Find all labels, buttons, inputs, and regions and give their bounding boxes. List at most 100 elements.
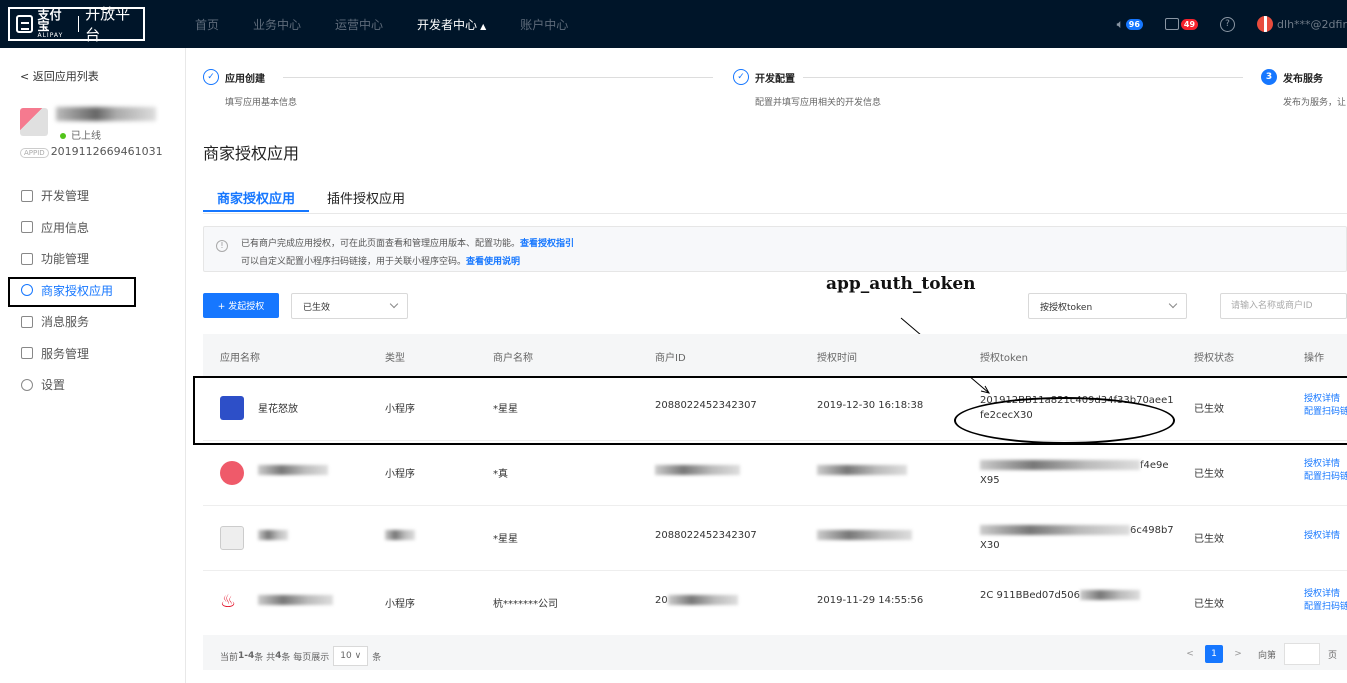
brand-text: 支付宝 ALIPAY: [37, 7, 72, 39]
prev-page-button[interactable]: <: [1181, 645, 1199, 663]
auth-detail-link[interactable]: 授权详情: [1304, 459, 1340, 469]
col-app-name: 应用名称: [220, 353, 260, 364]
step-connector: [803, 77, 1243, 78]
status-select[interactable]: 已生效: [291, 293, 408, 319]
appid-tag: APPID: [20, 148, 49, 158]
auth-detail-link[interactable]: 授权详情: [1304, 394, 1340, 404]
auth-status: 已生效: [1194, 599, 1224, 610]
sidebar-item-app-info[interactable]: 应用信息: [0, 212, 186, 244]
app-avatar: [20, 108, 48, 136]
scan-config-link[interactable]: 配置扫码链: [1304, 407, 1347, 417]
nav-home[interactable]: 首页: [195, 16, 219, 33]
row-actions: 授权详情 配置扫码链: [1304, 393, 1347, 419]
brand-logo-box[interactable]: 支付宝 ALIPAY 开放平台: [8, 5, 145, 44]
auth-status: 已生效: [1194, 534, 1224, 545]
step-title: 发布服务: [1283, 73, 1323, 85]
step-connector: [283, 77, 713, 78]
pagination-summary: 当前 1-4 条 共4条 每页展示 10 ∨ 条: [220, 646, 381, 666]
nav-operation[interactable]: 运营中心: [335, 16, 383, 33]
app-name-redacted: [56, 107, 156, 121]
usage-guide-link[interactable]: 查看使用说明: [466, 257, 520, 267]
pagination-bar: 当前 1-4 条 共4条 每页展示 10 ∨ 条 < 1 > 向第 页: [203, 635, 1347, 670]
sidebar-item-service[interactable]: 服务管理: [0, 338, 186, 370]
sidebar-item-message[interactable]: 消息服务: [0, 306, 186, 338]
app-type: 小程序: [385, 404, 415, 415]
goto-label: 向第: [1257, 650, 1276, 661]
redacted-text: [258, 595, 333, 605]
sidebar-item-label: 开发管理: [41, 189, 90, 204]
scan-config-link[interactable]: 配置扫码链: [1304, 472, 1347, 482]
app-type-redacted: [385, 530, 415, 541]
app-name-redacted: [258, 595, 333, 606]
scan-config-link[interactable]: 配置扫码链: [1304, 602, 1347, 612]
table-row: ♨ 小程序 杭*******公司 20 2019-11-29 14:55:56 …: [203, 571, 1347, 636]
speaker-icon: 🔈︎: [1116, 16, 1124, 31]
settings-icon: [21, 378, 33, 391]
gear-icon: [21, 189, 33, 202]
step-desc: 发布为服务，让: [1283, 98, 1347, 108]
auth-token: f4e9e X95: [980, 458, 1175, 488]
message-icon: [21, 315, 33, 328]
alipay-logo-icon: [16, 15, 34, 33]
brand-cn: 支付宝: [37, 7, 62, 33]
tasks-button[interactable]: 49: [1164, 18, 1199, 30]
app-name-redacted: [258, 465, 328, 476]
redacted-text: [1080, 590, 1140, 600]
col-auth-token: 授权token: [980, 353, 1028, 364]
page-button-current[interactable]: 1: [1204, 645, 1223, 663]
auth-time-redacted: [817, 530, 912, 541]
flame-icon: ♨: [220, 591, 237, 612]
auth-table: 应用名称 类型 商户名称 商户ID 授权时间 授权token 授权状态 操作 星…: [193, 334, 1347, 636]
redacted-text: [817, 530, 912, 540]
next-page-button[interactable]: >: [1229, 645, 1247, 663]
start-auth-button[interactable]: + 发起授权: [203, 293, 279, 318]
app-logo-icon: [220, 396, 244, 420]
sidebar-item-feature-manage[interactable]: 功能管理: [0, 243, 186, 275]
token-select-value: 按授权token: [1040, 302, 1093, 313]
auth-token: 2C 911BBed07d506: [980, 588, 1175, 603]
sidebar-item-dev-manage[interactable]: 开发管理: [0, 180, 186, 212]
redacted-text: [385, 530, 415, 540]
token-select[interactable]: 按授权token: [1028, 293, 1187, 319]
step-title: 应用创建: [225, 73, 265, 85]
app-type: 小程序: [385, 599, 415, 610]
notify-button[interactable]: 🔈︎ 96: [1117, 17, 1143, 32]
nav-account[interactable]: 账户中心: [520, 16, 568, 33]
col-auth-status: 授权状态: [1194, 353, 1234, 364]
merchant-id-redacted: [655, 465, 740, 476]
table-row: 小程序 *真 f4e9e X95 已生效 授权详情 配置扫码链: [203, 441, 1347, 506]
info-icon: !: [216, 240, 228, 252]
auth-detail-link[interactable]: 授权详情: [1304, 531, 1340, 541]
redacted-text: [980, 525, 1130, 535]
list-icon: [21, 252, 33, 265]
merchant-id: 20: [655, 595, 738, 606]
tab-plugin-auth[interactable]: 插件授权应用: [327, 188, 405, 207]
row-actions: 授权详情: [1304, 530, 1340, 543]
grid-icon: [21, 221, 33, 234]
search-input[interactable]: 请输入名称或商户ID: [1220, 293, 1347, 319]
page-size-select[interactable]: 10 ∨: [333, 646, 369, 666]
nav-developer[interactable]: 开发者中心 ▲: [417, 16, 486, 33]
goto-page-input[interactable]: [1283, 643, 1320, 665]
brand-title: 开放平台: [85, 5, 131, 44]
token-suffix: X95: [980, 475, 1000, 486]
user-menu[interactable]: dlh***@2dfir: [1257, 16, 1347, 32]
auth-detail-link[interactable]: 授权详情: [1304, 589, 1340, 599]
app-name: 星花怒放: [258, 404, 298, 415]
sidebar-item-label: 商家授权应用: [41, 283, 114, 298]
app-logo-icon: [220, 461, 244, 485]
nav-business[interactable]: 业务中心: [253, 16, 301, 33]
chevron-down-icon: [1168, 299, 1178, 309]
auth-guide-link[interactable]: 查看授权指引: [520, 239, 574, 249]
step-desc: 填写应用基本信息: [225, 98, 298, 108]
auth-token: 201912BB11a821c409d34f33b70aee1fe2cecX30: [980, 395, 1174, 421]
help-button[interactable]: ?: [1220, 16, 1236, 32]
col-actions: 操作: [1304, 353, 1324, 364]
col-merchant-id: 商户ID: [655, 353, 686, 364]
sidebar-item-merchant-auth[interactable]: 商家授权应用: [0, 275, 186, 306]
table-row: *星星 2088022452342307 6c498b7 X30 已生效 授权详情: [203, 506, 1347, 571]
sidebar-item-settings[interactable]: 设置: [0, 369, 186, 401]
auth-time: 2019-11-29 14:55:56: [817, 595, 924, 606]
tab-merchant-auth[interactable]: 商家授权应用: [202, 188, 310, 212]
back-to-app-list-link[interactable]: < 返回应用列表: [20, 68, 99, 84]
